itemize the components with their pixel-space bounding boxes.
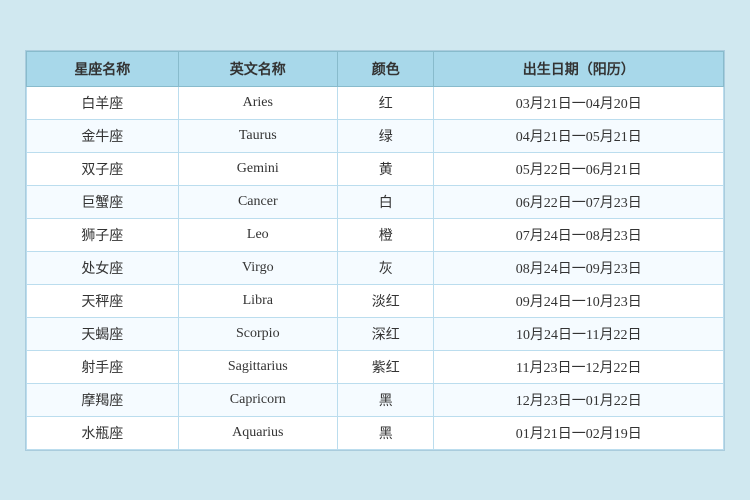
color-cell: 深红	[337, 317, 434, 350]
dates-cell: 03月21日一04月20日	[434, 86, 724, 119]
chinese-name-cell: 金牛座	[27, 119, 179, 152]
chinese-name-cell: 巨蟹座	[27, 185, 179, 218]
english-name-cell: Leo	[178, 218, 337, 251]
english-name-cell: Virgo	[178, 251, 337, 284]
color-cell: 淡红	[337, 284, 434, 317]
table-row: 白羊座Aries红03月21日一04月20日	[27, 86, 724, 119]
dates-cell: 07月24日一08月23日	[434, 218, 724, 251]
dates-cell: 08月24日一09月23日	[434, 251, 724, 284]
chinese-name-cell: 射手座	[27, 350, 179, 383]
color-cell: 黑	[337, 383, 434, 416]
dates-cell: 05月22日一06月21日	[434, 152, 724, 185]
table-row: 狮子座Leo橙07月24日一08月23日	[27, 218, 724, 251]
dates-cell: 04月21日一05月21日	[434, 119, 724, 152]
color-cell: 橙	[337, 218, 434, 251]
color-cell: 白	[337, 185, 434, 218]
table-row: 摩羯座Capricorn黑12月23日一01月22日	[27, 383, 724, 416]
english-name-cell: Taurus	[178, 119, 337, 152]
zodiac-table-container: 星座名称 英文名称 颜色 出生日期（阳历） 白羊座Aries红03月21日一04…	[25, 50, 725, 451]
header-chinese-name: 星座名称	[27, 51, 179, 86]
table-row: 天蝎座Scorpio深红10月24日一11月22日	[27, 317, 724, 350]
color-cell: 黑	[337, 416, 434, 449]
dates-cell: 10月24日一11月22日	[434, 317, 724, 350]
dates-cell: 11月23日一12月22日	[434, 350, 724, 383]
color-cell: 绿	[337, 119, 434, 152]
english-name-cell: Libra	[178, 284, 337, 317]
chinese-name-cell: 摩羯座	[27, 383, 179, 416]
color-cell: 紫红	[337, 350, 434, 383]
table-header-row: 星座名称 英文名称 颜色 出生日期（阳历）	[27, 51, 724, 86]
table-body: 白羊座Aries红03月21日一04月20日金牛座Taurus绿04月21日一0…	[27, 86, 724, 449]
chinese-name-cell: 天蝎座	[27, 317, 179, 350]
english-name-cell: Gemini	[178, 152, 337, 185]
chinese-name-cell: 处女座	[27, 251, 179, 284]
english-name-cell: Aries	[178, 86, 337, 119]
dates-cell: 06月22日一07月23日	[434, 185, 724, 218]
table-row: 处女座Virgo灰08月24日一09月23日	[27, 251, 724, 284]
color-cell: 灰	[337, 251, 434, 284]
table-row: 巨蟹座Cancer白06月22日一07月23日	[27, 185, 724, 218]
color-cell: 红	[337, 86, 434, 119]
english-name-cell: Capricorn	[178, 383, 337, 416]
header-color: 颜色	[337, 51, 434, 86]
english-name-cell: Aquarius	[178, 416, 337, 449]
color-cell: 黄	[337, 152, 434, 185]
table-row: 水瓶座Aquarius黑01月21日一02月19日	[27, 416, 724, 449]
english-name-cell: Sagittarius	[178, 350, 337, 383]
table-row: 金牛座Taurus绿04月21日一05月21日	[27, 119, 724, 152]
header-english-name: 英文名称	[178, 51, 337, 86]
english-name-cell: Scorpio	[178, 317, 337, 350]
english-name-cell: Cancer	[178, 185, 337, 218]
dates-cell: 09月24日一10月23日	[434, 284, 724, 317]
dates-cell: 01月21日一02月19日	[434, 416, 724, 449]
header-dates: 出生日期（阳历）	[434, 51, 724, 86]
chinese-name-cell: 白羊座	[27, 86, 179, 119]
table-row: 射手座Sagittarius紫红11月23日一12月22日	[27, 350, 724, 383]
chinese-name-cell: 天秤座	[27, 284, 179, 317]
table-row: 天秤座Libra淡红09月24日一10月23日	[27, 284, 724, 317]
table-row: 双子座Gemini黄05月22日一06月21日	[27, 152, 724, 185]
chinese-name-cell: 狮子座	[27, 218, 179, 251]
chinese-name-cell: 双子座	[27, 152, 179, 185]
dates-cell: 12月23日一01月22日	[434, 383, 724, 416]
zodiac-table: 星座名称 英文名称 颜色 出生日期（阳历） 白羊座Aries红03月21日一04…	[26, 51, 724, 450]
chinese-name-cell: 水瓶座	[27, 416, 179, 449]
